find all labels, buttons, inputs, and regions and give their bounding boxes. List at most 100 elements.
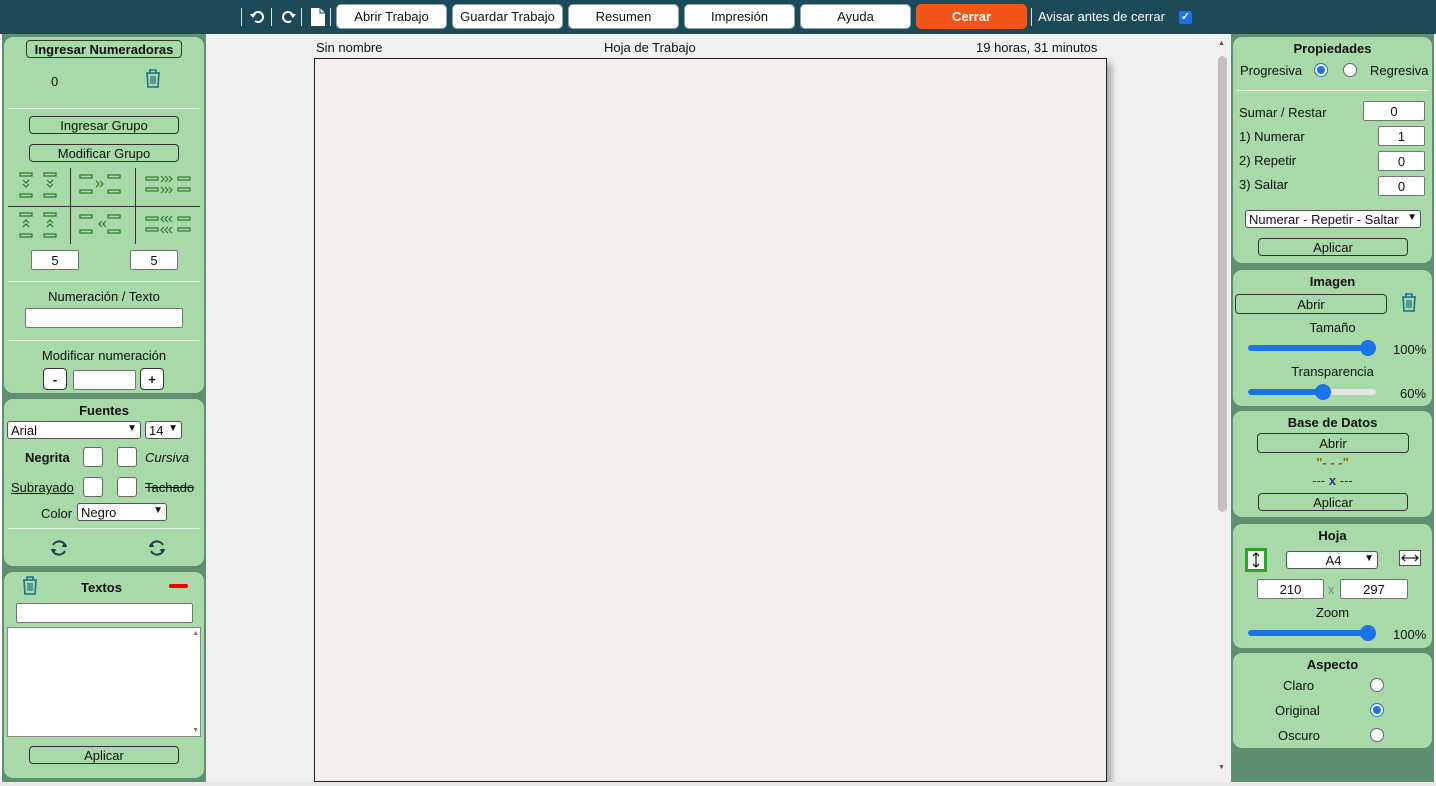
saltar-label: 3) Saltar	[1239, 177, 1289, 192]
order-value: Numerar - Repetir - Saltar	[1249, 211, 1399, 227]
font-size-select[interactable]: 14 ▼	[145, 421, 182, 439]
divider	[8, 108, 200, 109]
text-input[interactable]	[16, 603, 193, 623]
database-panel: Base de Datos Abrir "- - -" --- x --- Ap…	[1233, 411, 1432, 517]
apply-text-button[interactable]: Aplicar	[29, 746, 179, 764]
layout-up-columns-icon[interactable]	[16, 212, 66, 238]
apply-properties-button[interactable]: Aplicar	[1258, 238, 1408, 256]
add-subtract-input[interactable]: 0	[1363, 101, 1425, 121]
trash-icon[interactable]	[1400, 292, 1418, 312]
layout-right-double-icon[interactable]	[144, 172, 194, 198]
remove-text-icon[interactable]	[169, 584, 188, 588]
color-select[interactable]: Negro ▼	[77, 503, 167, 521]
saltar-input[interactable]: 0	[1378, 176, 1425, 196]
bottom-border	[0, 782, 1436, 786]
spacing-a-input[interactable]: 5	[31, 250, 79, 270]
job-name: Sin nombre	[316, 40, 383, 55]
print-button[interactable]: Impresión	[684, 4, 795, 29]
mapping-right: ---	[1339, 473, 1353, 488]
bold-checkbox[interactable]	[83, 447, 103, 467]
aspect-dark-radio[interactable]	[1370, 728, 1384, 742]
regressive-label: Regresiva	[1370, 63, 1429, 78]
order-select[interactable]: Numerar - Repetir - Saltar ▼	[1245, 210, 1421, 228]
layout-down-columns-icon[interactable]	[16, 172, 66, 198]
texts-title: Textos	[81, 580, 122, 595]
landscape-orientation-icon[interactable]	[1399, 550, 1421, 566]
redo-icon[interactable]	[278, 6, 298, 28]
aspect-dark-label: Oscuro	[1278, 728, 1320, 743]
scroll-down-icon[interactable]: ▼	[1218, 764, 1225, 771]
trash-icon[interactable]	[144, 68, 162, 88]
summary-button[interactable]: Resumen	[568, 4, 679, 29]
save-work-button[interactable]: Guardar Trabajo	[452, 4, 563, 29]
scroll-thumb[interactable]	[1218, 56, 1227, 512]
layout-right-rows-icon[interactable]	[78, 172, 128, 198]
open-work-button[interactable]: Abrir Trabajo	[336, 4, 447, 29]
apply-database-button[interactable]: Aplicar	[1258, 493, 1408, 511]
help-button[interactable]: Ayuda	[800, 4, 911, 29]
elapsed-time: 19 horas, 31 minutos	[976, 40, 1098, 55]
aspect-original-radio[interactable]	[1370, 703, 1384, 717]
warn-before-close-checkbox[interactable]: ✓	[1179, 11, 1192, 24]
divider	[8, 281, 200, 282]
portrait-orientation-icon[interactable]	[1245, 548, 1267, 572]
text-area[interactable]: ▲ ▼	[7, 627, 201, 737]
sheet-settings-title: Hoja	[1318, 528, 1347, 543]
slider-knob[interactable]	[1360, 340, 1376, 356]
strike-checkbox[interactable]	[117, 477, 137, 497]
scroll-up-icon[interactable]: ▲	[1218, 40, 1225, 47]
scroll-down-icon[interactable]: ▼	[192, 727, 199, 734]
toolbar-separator	[330, 8, 331, 26]
regressive-radio[interactable]	[1343, 63, 1357, 77]
vertical-scrollbar[interactable]: ▲ ▼	[1214, 34, 1231, 782]
layout-left-double-icon[interactable]	[144, 212, 194, 238]
slider-knob[interactable]	[1315, 384, 1331, 400]
modify-group-button[interactable]: Modificar Grupo	[29, 144, 179, 162]
rotate-left-icon[interactable]	[48, 537, 70, 559]
scroll-up-icon[interactable]: ▲	[192, 630, 199, 637]
numerar-input[interactable]: 1	[1378, 126, 1425, 146]
toolbar-separator	[271, 8, 272, 26]
enter-numerators-button[interactable]: Ingresar Numeradoras	[26, 40, 182, 58]
trash-icon[interactable]	[21, 575, 39, 595]
italic-checkbox[interactable]	[117, 447, 137, 467]
properties-title: Propiedades	[1293, 41, 1372, 56]
modify-numbering-label: Modificar numeración	[41, 348, 167, 363]
layout-left-rows-icon[interactable]	[78, 212, 128, 238]
left-sidebar: Ingresar Numeradoras 0 Ingresar Grupo Mo…	[2, 34, 206, 782]
size-slider[interactable]	[1248, 340, 1376, 356]
divider	[8, 340, 200, 341]
close-button[interactable]: Cerrar	[916, 4, 1027, 29]
numerators-panel: Ingresar Numeradoras 0 Ingresar Grupo Mo…	[4, 37, 204, 393]
transparency-slider[interactable]	[1248, 384, 1376, 400]
modify-numbering-input[interactable]	[73, 370, 136, 390]
zoom-label: Zoom	[1315, 605, 1350, 620]
progressive-radio[interactable]	[1314, 63, 1328, 77]
image-title: Imagen	[1309, 274, 1356, 289]
aspect-panel: Aspecto Claro Original Oscuro	[1233, 653, 1432, 748]
spacing-b-input[interactable]: 5	[130, 250, 178, 270]
numbering-text-input[interactable]	[25, 308, 183, 328]
open-database-button[interactable]: Abrir	[1257, 433, 1409, 453]
rotate-right-icon[interactable]	[146, 537, 168, 559]
slider-knob[interactable]	[1360, 625, 1376, 641]
size-value: 100%	[1393, 342, 1427, 357]
increment-button[interactable]: +	[140, 368, 164, 390]
width-input[interactable]: 210	[1257, 579, 1324, 599]
repetir-input[interactable]: 0	[1378, 151, 1425, 171]
worksheet-canvas[interactable]	[314, 58, 1107, 782]
numerators-count: 0	[51, 74, 59, 89]
database-field-placeholder: "- - -"	[1316, 455, 1349, 470]
enter-group-button[interactable]: Ingresar Grupo	[29, 116, 179, 134]
undo-icon[interactable]	[248, 6, 268, 28]
zoom-value: 100%	[1393, 627, 1427, 642]
paper-size-select[interactable]: A4 ▼	[1286, 551, 1378, 569]
height-input[interactable]: 297	[1340, 579, 1408, 599]
open-image-button[interactable]: Abrir	[1235, 294, 1387, 314]
aspect-light-radio[interactable]	[1370, 678, 1384, 692]
zoom-slider[interactable]	[1248, 625, 1376, 641]
underline-checkbox[interactable]	[83, 477, 103, 497]
decrement-button[interactable]: -	[43, 368, 67, 390]
font-family-select[interactable]: Arial ▼	[7, 421, 141, 439]
new-document-icon[interactable]	[308, 6, 328, 28]
